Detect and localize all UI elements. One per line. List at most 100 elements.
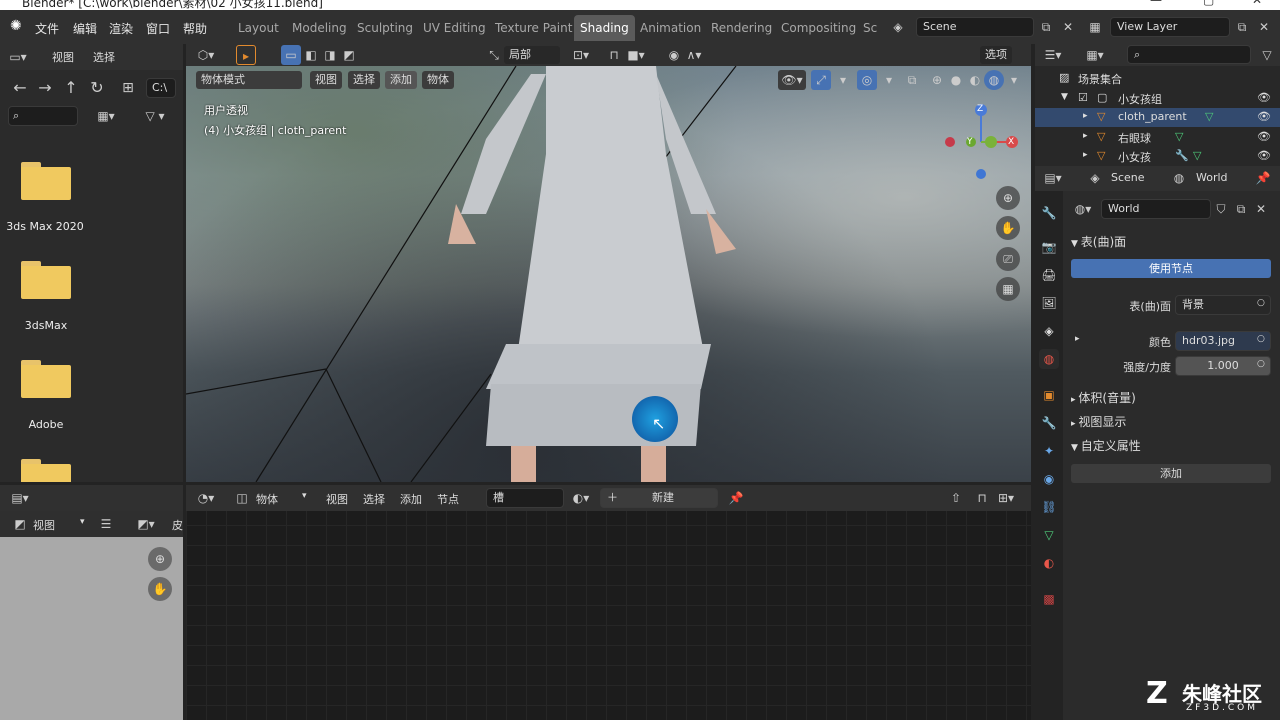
outliner-row-object[interactable]: ▸ ▽ cloth_parent ▽ 👁	[1035, 108, 1280, 127]
view-mode-icon[interactable]: ◩	[10, 514, 30, 534]
chevron-right-icon[interactable]: ▸	[1083, 131, 1088, 141]
transform-orientation-select[interactable]: 局部	[504, 46, 560, 64]
surface-panel-header[interactable]: ▼ 表(曲)面	[1071, 233, 1126, 250]
view-layer-tab-icon[interactable]: 🖼	[1039, 293, 1059, 313]
transform-orientation-icon[interactable]: ⤡	[484, 45, 504, 65]
forward-icon[interactable]: →	[35, 78, 55, 98]
fb-search-input[interactable]: ⌕	[8, 106, 78, 126]
close-icon[interactable]: ✕	[1252, 0, 1262, 7]
visibility-icon[interactable]: 👁▾	[778, 70, 806, 90]
path-field[interactable]: C:\	[146, 78, 176, 98]
delete-scene-icon[interactable]: ✕	[1058, 17, 1078, 37]
menu-edit[interactable]: 编辑	[73, 20, 97, 37]
filter-icon[interactable]: ▽ ▾	[135, 106, 175, 126]
minimize-icon[interactable]: —	[1150, 0, 1162, 7]
use-nodes-button[interactable]: 使用节点	[1071, 259, 1271, 278]
scene-field[interactable]: Scene	[916, 17, 1034, 37]
chevron-right-icon[interactable]: ▸	[1075, 334, 1080, 344]
unlink-icon[interactable]: ✕	[1251, 199, 1271, 219]
particles-tab-icon[interactable]: ✦	[1039, 441, 1059, 461]
select-subtract-icon[interactable]: ◨	[320, 45, 340, 65]
tab-texture-paint[interactable]: Texture Paint	[489, 15, 578, 41]
duplicate-icon[interactable]: ⧉	[1231, 199, 1251, 219]
maximize-icon[interactable]: ▢	[1203, 0, 1214, 7]
image-browse-icon[interactable]: ◩▾	[136, 514, 156, 534]
socket-dot-icon[interactable]: ○	[1257, 298, 1265, 308]
tab-sculpting[interactable]: Sculpting	[351, 15, 419, 41]
hamburger-icon[interactable]: ☰	[96, 514, 116, 534]
back-icon[interactable]: ←	[10, 78, 30, 98]
tool-tab-icon[interactable]: 🔧	[1039, 203, 1059, 223]
wireframe-shading-icon[interactable]: ⊕	[927, 70, 947, 90]
ie-menu-view[interactable]: 视图	[33, 517, 55, 533]
chevron-down-icon[interactable]: ▼	[1061, 92, 1068, 102]
folder-icon[interactable]	[21, 261, 71, 299]
falloff-icon[interactable]: ∧▾	[684, 45, 704, 65]
shader-node-editor[interactable]: ◔▾ ◫ 物体 ▾ 视图 选择 添加 节点 槽 ◐▾ ＋ 新建 📌 ⇧ ⊓ ⊞▾	[186, 485, 1031, 720]
tab-animation[interactable]: Animation	[634, 15, 707, 41]
select-extend-icon[interactable]: ◧	[301, 45, 321, 65]
world-tab-icon[interactable]: ◍	[1039, 349, 1059, 369]
proportional-edit-icon[interactable]: ◉	[664, 45, 684, 65]
vp-menu-select[interactable]: 选择	[348, 71, 380, 89]
pin-icon[interactable]: 📌	[1253, 168, 1273, 188]
constraints-tab-icon[interactable]: ⛓	[1039, 497, 1059, 517]
tab-uv-editing[interactable]: UV Editing	[417, 15, 492, 41]
editor-type-icon[interactable]: ▤▾	[10, 488, 30, 508]
viewport-display-panel-header[interactable]: ▸ 视图显示	[1071, 413, 1126, 430]
folder-label[interactable]: Adobe	[0, 418, 96, 431]
view-layer-icon[interactable]: ▦	[1085, 17, 1105, 37]
zoom-icon[interactable]: ⊕	[148, 547, 172, 571]
tab-shading[interactable]: Shading	[574, 15, 635, 41]
ne-menu-add[interactable]: 添加	[400, 491, 422, 507]
fb-menu-select[interactable]: 选择	[93, 49, 115, 65]
fake-user-icon[interactable]: ⛉	[1211, 199, 1231, 219]
folder-icon[interactable]	[21, 459, 71, 482]
chevron-down-icon[interactable]: ▾	[80, 517, 85, 527]
outliner-row-collection[interactable]: ▼ ☑ ▢ 小女孩组 👁	[1035, 89, 1280, 108]
snap-icon[interactable]: ⊓	[604, 45, 624, 65]
physics-tab-icon[interactable]: ◉	[1039, 469, 1059, 489]
snap-icon[interactable]: ⊓	[972, 488, 992, 508]
image-name[interactable]: 皮	[172, 517, 183, 533]
object-tab-icon[interactable]: ▣	[1039, 385, 1059, 405]
snap-target-icon[interactable]: ■▾	[626, 45, 646, 65]
select-box-icon[interactable]: ▭	[281, 45, 301, 65]
folder-label[interactable]: 3ds Max 2020	[0, 220, 95, 233]
material-tab-icon[interactable]: ◐	[1039, 553, 1059, 573]
eye-icon[interactable]: 👁	[1257, 130, 1271, 143]
output-tab-icon[interactable]: 🖨	[1039, 265, 1059, 285]
pan-hand-icon[interactable]: ✋	[996, 216, 1020, 240]
data-tab-icon[interactable]: ▽	[1039, 525, 1059, 545]
parent-node-tree-icon[interactable]: ⇧	[946, 488, 966, 508]
outliner-search-input[interactable]: ⌕	[1127, 45, 1251, 64]
ne-menu-view[interactable]: 视图	[326, 491, 348, 507]
add-property-button[interactable]: 添加	[1071, 464, 1271, 483]
display-mode-icon[interactable]: ▦▾	[1085, 45, 1105, 65]
chevron-right-icon[interactable]: ▸	[1083, 150, 1088, 160]
shader-type-select[interactable]: 物体	[256, 491, 278, 507]
ne-menu-node[interactable]: 节点	[437, 491, 459, 507]
eye-icon[interactable]: 👁	[1257, 149, 1271, 162]
fb-menu-view[interactable]: 视图	[52, 49, 74, 65]
chevron-right-icon[interactable]: ▸	[1083, 111, 1088, 121]
vp-menu-add[interactable]: 添加	[385, 71, 417, 89]
folder-icon[interactable]	[21, 162, 71, 200]
folder-label[interactable]: 3dsMax	[0, 319, 96, 332]
camera-icon[interactable]: ⎚	[996, 247, 1020, 271]
socket-dot-icon[interactable]: ○	[1257, 359, 1265, 369]
context-scene[interactable]: Scene	[1111, 171, 1145, 184]
material-shading-icon[interactable]: ◐	[965, 70, 985, 90]
world-name-field[interactable]: World	[1101, 199, 1211, 219]
mode-select[interactable]: 物体模式	[196, 71, 302, 89]
xray-icon[interactable]: ⧉	[902, 70, 922, 90]
perspective-grid-icon[interactable]: ▦	[996, 277, 1020, 301]
menu-help[interactable]: 帮助	[183, 20, 207, 37]
editor-type-icon[interactable]: ▭▾	[8, 47, 28, 67]
new-material-button[interactable]: ＋ 新建	[600, 488, 718, 508]
object-type-icon[interactable]: ◫	[232, 488, 252, 508]
checkbox-icon[interactable]: ☑	[1078, 91, 1088, 104]
new-scene-icon[interactable]: ⧉	[1036, 17, 1056, 37]
pivot-icon[interactable]: ⊡▾	[571, 45, 591, 65]
tab-layout[interactable]: Layout	[232, 15, 285, 41]
